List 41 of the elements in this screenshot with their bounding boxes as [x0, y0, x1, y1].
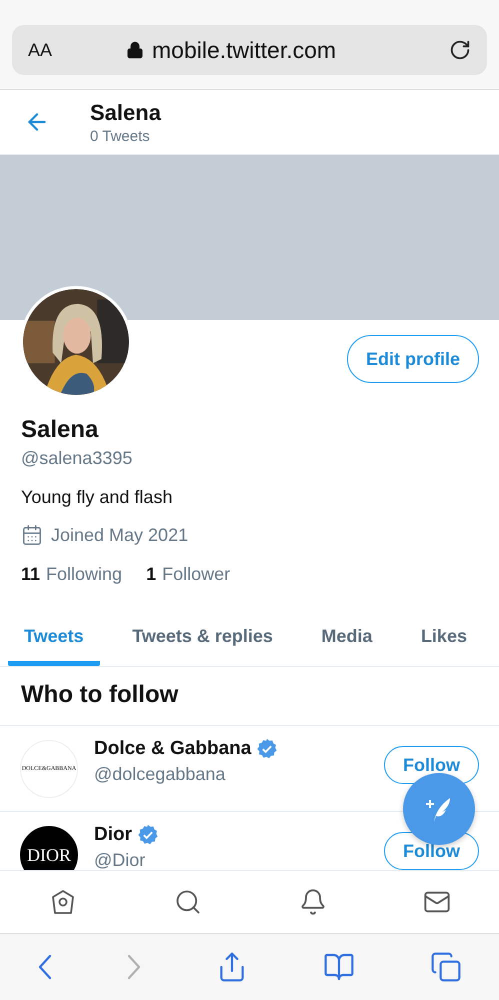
account-handle: @Dior	[94, 850, 146, 870]
account-logo: DIOR	[20, 826, 78, 870]
verified-badge-icon	[256, 738, 278, 760]
text-size-button[interactable]: AA	[28, 40, 118, 60]
forward-icon	[126, 954, 140, 980]
profile-tab[interactable]: Tweets & replies	[116, 611, 289, 666]
follow-button[interactable]: Follow	[384, 746, 479, 784]
address-bar[interactable]: AA mobile.twitter.com	[12, 25, 487, 75]
stat-count[interactable]: 1	[146, 564, 156, 585]
tweet-count: 0 Tweets	[90, 128, 151, 144]
profile-bio: Young fly and flash	[21, 487, 174, 508]
profile-tab[interactable]: Media	[305, 611, 388, 666]
bell-icon	[298, 888, 327, 916]
header-title: Salena	[90, 100, 161, 126]
account-name[interactable]: Dior	[94, 824, 132, 846]
tabs-icon	[430, 951, 462, 983]
search-icon	[174, 888, 202, 916]
verified-badge-icon	[137, 824, 159, 846]
toolbar-button[interactable]	[322, 951, 354, 983]
nav-tab[interactable]	[298, 888, 327, 916]
book-icon	[322, 951, 354, 983]
section-title: Who to follow	[0, 667, 499, 726]
edit-profile-button[interactable]: Edit profile	[347, 335, 479, 383]
account-name[interactable]: Dolce & Gabbana	[94, 738, 252, 760]
stat-count[interactable]: 11	[21, 564, 40, 585]
stat-label[interactable]: Following	[46, 564, 122, 585]
back-icon	[38, 954, 52, 980]
profile-tab[interactable]: Tweets	[8, 611, 100, 666]
profile-name: Salena	[21, 416, 100, 444]
profile-handle: @salena3395	[21, 448, 134, 469]
joined-date: Joined May 2021	[51, 524, 188, 546]
toolbar-button[interactable]	[430, 951, 462, 983]
account-handle: @dolcegabbana	[94, 764, 226, 785]
url-text: mobile.twitter.com	[152, 36, 336, 64]
profile-tab[interactable]: Likes	[404, 611, 483, 666]
stat-label[interactable]: Follower	[162, 564, 230, 585]
toolbar-button[interactable]	[38, 954, 52, 980]
nav-tab[interactable]	[174, 888, 202, 916]
calendar-icon	[21, 524, 43, 546]
lock-icon	[126, 41, 144, 59]
reload-icon[interactable]	[449, 39, 471, 61]
